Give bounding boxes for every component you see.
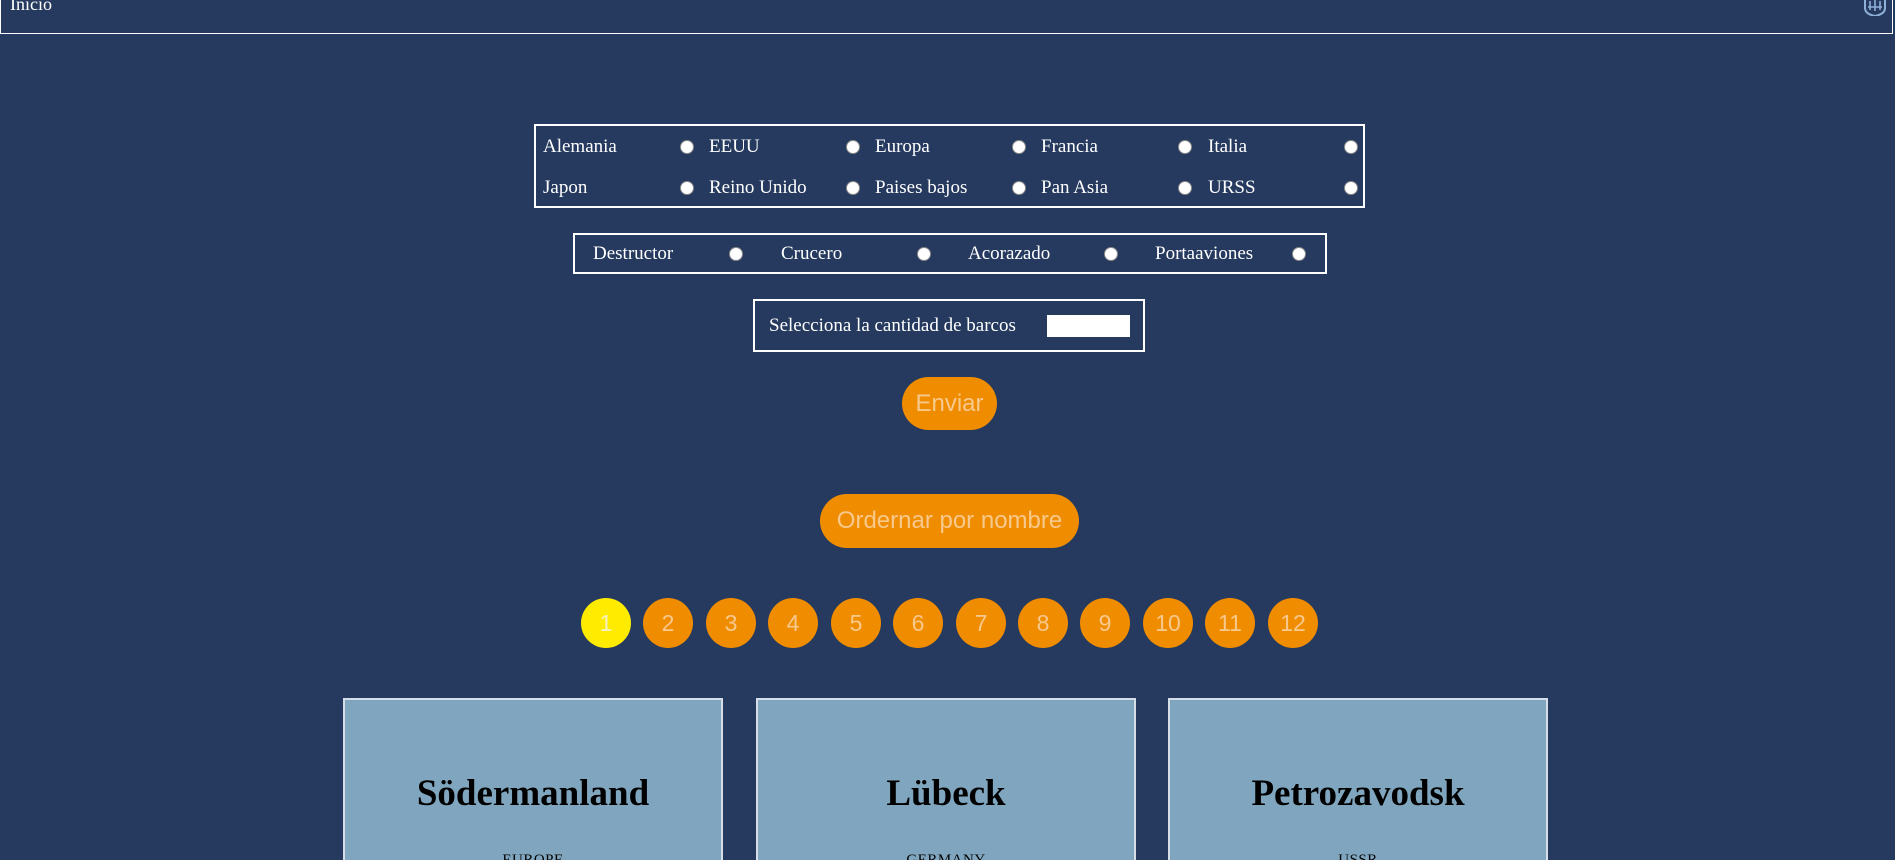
page-button-1[interactable]: 1 (581, 598, 631, 648)
page-button-5[interactable]: 5 (831, 598, 881, 648)
nation-label: EEUU (709, 136, 760, 157)
nation-radio-pan-asia[interactable] (1178, 181, 1192, 195)
type-label: Acorazado (968, 243, 1051, 264)
ship-type-filter-group: Destructor Crucero Acorazado Portaavione… (573, 233, 1327, 274)
page-button-6[interactable]: 6 (893, 598, 943, 648)
nation-radio-eeuu[interactable] (846, 140, 860, 154)
type-radio-acorazado[interactable] (1104, 247, 1118, 261)
nation-option-paises-bajos: Paises bajos (875, 176, 1026, 200)
send-button[interactable]: Enviar (902, 377, 997, 430)
nation-radio-francia[interactable] (1178, 140, 1192, 154)
quantity-label: Selecciona la cantidad de barcos (769, 315, 1016, 336)
nation-radio-reino-unido[interactable] (846, 181, 860, 195)
nation-label: Paises bajos (875, 177, 968, 198)
ship-name: Södermanland (416, 773, 650, 814)
page-button-12[interactable]: 12 (1268, 598, 1318, 648)
type-label: Destructor (593, 243, 674, 264)
page-button-11[interactable]: 11 (1205, 598, 1255, 648)
nation-radio-europa[interactable] (1012, 140, 1026, 154)
type-option-acorazado: Acorazado (968, 242, 1118, 266)
nation-option-italia: Italia (1208, 135, 1358, 159)
nation-label: Reino Unido (709, 177, 807, 198)
ship-name: Lübeck (886, 773, 1006, 814)
home-link[interactable]: Inicio (10, 0, 52, 15)
type-option-destructor: Destructor (593, 242, 743, 266)
quantity-group: Selecciona la cantidad de barcos (753, 299, 1145, 352)
nation-radio-paises-bajos[interactable] (1012, 181, 1026, 195)
page-button-4[interactable]: 4 (768, 598, 818, 648)
page-button-9[interactable]: 9 (1080, 598, 1130, 648)
type-radio-destructor[interactable] (729, 247, 743, 261)
nation-option-francia: Francia (1041, 135, 1192, 159)
page-button-10[interactable]: 10 (1143, 598, 1193, 648)
page-button-3[interactable]: 3 (706, 598, 756, 648)
nation-label: URSS (1208, 177, 1256, 198)
ship-nation: USSR (1338, 852, 1378, 860)
nation-label: Japon (543, 177, 588, 198)
ship-nation: EUROPE (502, 852, 564, 860)
top-navbar: Inicio (0, 0, 1893, 34)
ship-card[interactable]: Södermanland EUROPE (343, 698, 723, 860)
type-label: Crucero (781, 243, 843, 264)
nation-option-alemania: Alemania (543, 135, 694, 159)
ship-card[interactable]: Lübeck GERMANY (756, 698, 1136, 860)
nation-option-japon: Japon (543, 176, 694, 200)
nation-option-europa: Europa (875, 135, 1026, 159)
page-button-7[interactable]: 7 (956, 598, 1006, 648)
nation-label: Italia (1208, 136, 1248, 157)
nation-option-eeuu: EEUU (709, 135, 860, 159)
nation-label: Alemania (543, 136, 617, 157)
type-radio-portaaviones[interactable] (1292, 247, 1306, 261)
ship-nation: GERMANY (906, 852, 986, 860)
ship-card[interactable]: Petrozavodsk USSR (1168, 698, 1548, 860)
nation-radio-alemania[interactable] (680, 140, 694, 154)
nation-label: Europa (875, 136, 930, 157)
nation-radio-italia[interactable] (1344, 140, 1358, 154)
nation-radio-urss[interactable] (1344, 181, 1358, 195)
ship-crest-icon[interactable] (1862, 0, 1888, 18)
nation-label: Pan Asia (1041, 177, 1109, 198)
page-button-2[interactable]: 2 (643, 598, 693, 648)
ship-name: Petrozavodsk (1251, 773, 1465, 814)
nation-label: Francia (1041, 136, 1098, 157)
type-option-portaaviones: Portaaviones (1155, 242, 1306, 266)
nation-option-urss: URSS (1208, 176, 1358, 200)
nation-option-pan-asia: Pan Asia (1041, 176, 1192, 200)
app-root: Inicio Alemania EEUU Europa Francia Ital… (0, 0, 1895, 860)
nation-option-reino-unido: Reino Unido (709, 176, 860, 200)
sort-by-name-button[interactable]: Ordernar por nombre (820, 494, 1079, 548)
nation-filter-group: Alemania EEUU Europa Francia Italia Japo… (534, 124, 1365, 208)
page-button-8[interactable]: 8 (1018, 598, 1068, 648)
nation-radio-japon[interactable] (680, 181, 694, 195)
type-option-crucero: Crucero (781, 242, 931, 266)
type-label: Portaaviones (1155, 243, 1254, 264)
type-radio-crucero[interactable] (917, 247, 931, 261)
quantity-input[interactable] (1047, 315, 1130, 337)
